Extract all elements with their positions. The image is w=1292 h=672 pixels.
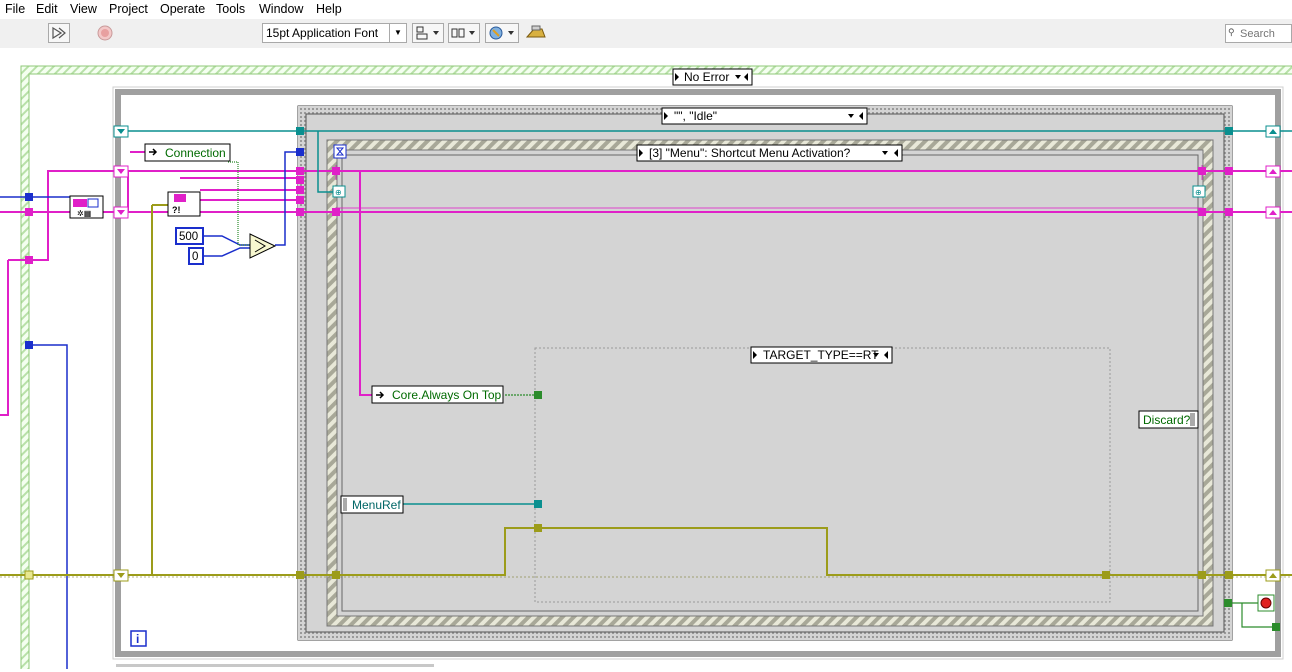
block-diagram[interactable]: No Error "", "Idle" [3] "Menu": Shortcut… bbox=[0, 48, 1292, 672]
block-diagram-svg: No Error "", "Idle" [3] "Menu": Shortcut… bbox=[0, 65, 1292, 672]
svg-text:500: 500 bbox=[179, 231, 198, 243]
search-input[interactable] bbox=[1240, 26, 1288, 41]
conditional-selector[interactable]: TARGET_TYPE==RT bbox=[750, 346, 893, 364]
core-always-on-top-constant[interactable]: Core.Always On Top bbox=[371, 385, 504, 404]
timeout-terminal[interactable] bbox=[333, 144, 347, 159]
abort-button[interactable] bbox=[95, 23, 117, 43]
search-box[interactable]: ⚲ bbox=[1225, 24, 1292, 43]
highlight-icon bbox=[525, 25, 546, 38]
menu-operate[interactable]: Operate bbox=[160, 2, 205, 16]
menu-window[interactable]: Window bbox=[259, 2, 303, 16]
always-on-top-label: Core.Always On Top bbox=[392, 388, 501, 402]
state-case-selector-label: "", "Idle" bbox=[674, 109, 717, 123]
font-select-value: 15pt Application Font bbox=[266, 26, 379, 40]
svg-text:0: 0 bbox=[192, 251, 198, 263]
menu-tools[interactable]: Tools bbox=[216, 2, 245, 16]
align-icon bbox=[416, 26, 439, 40]
conditional-selector-label: TARGET_TYPE==RT bbox=[763, 348, 879, 362]
connection-constant[interactable]: Connection bbox=[144, 143, 231, 162]
svg-text:⊕: ⊕ bbox=[335, 188, 342, 197]
menuref-label: MenuRef bbox=[352, 498, 401, 512]
menu-file[interactable]: File bbox=[5, 2, 25, 16]
menu-help[interactable]: Help bbox=[316, 2, 342, 16]
info-icon[interactable]: i bbox=[130, 630, 147, 647]
reorder-icon bbox=[489, 26, 514, 40]
menu-project[interactable]: Project bbox=[109, 2, 148, 16]
stop-terminal[interactable] bbox=[1257, 594, 1275, 612]
chevron-down-icon: ▼ bbox=[389, 24, 406, 42]
align-objects-button[interactable] bbox=[412, 23, 444, 43]
reorder-button[interactable] bbox=[485, 23, 519, 43]
state-case-selector[interactable]: "", "Idle" bbox=[661, 107, 868, 125]
constant-0[interactable]: 0 bbox=[188, 247, 204, 265]
abort-icon bbox=[97, 25, 113, 41]
svg-text:⊕: ⊕ bbox=[1195, 188, 1202, 197]
menu-edit[interactable]: Edit bbox=[36, 2, 58, 16]
svg-text:i: i bbox=[136, 632, 139, 646]
distribute-objects-button[interactable] bbox=[448, 23, 480, 43]
svg-text:✲▦: ✲▦ bbox=[77, 209, 91, 218]
event-case-selector[interactable]: [3] "Menu": Shortcut Menu Activation? bbox=[636, 144, 903, 162]
clean-up-icon bbox=[52, 26, 66, 40]
error-case-selector-label: No Error bbox=[684, 70, 729, 84]
select-node[interactable] bbox=[249, 233, 277, 259]
horizontal-scrollbar[interactable] bbox=[116, 664, 434, 667]
highlight-button[interactable] bbox=[524, 23, 548, 43]
discard-terminal[interactable]: Discard? bbox=[1138, 410, 1199, 429]
run-arrow-button[interactable] bbox=[48, 23, 70, 43]
constant-500[interactable]: 500 bbox=[175, 227, 204, 245]
queue-node[interactable]: ✲▦ bbox=[69, 195, 104, 219]
menu-view[interactable]: View bbox=[70, 2, 97, 16]
connection-label: Connection bbox=[165, 146, 226, 160]
svg-text:?!: ?! bbox=[172, 205, 181, 215]
distribute-icon bbox=[451, 28, 475, 38]
search-icon: ⚲ bbox=[1228, 27, 1235, 37]
font-select[interactable]: 15pt Application Font ▼ bbox=[262, 23, 407, 43]
blue-wires bbox=[0, 151, 300, 669]
menuref-terminal[interactable]: MenuRef bbox=[340, 495, 404, 514]
dequeue-node[interactable]: ?! bbox=[167, 191, 201, 217]
error-case-selector[interactable]: No Error bbox=[672, 68, 753, 86]
toolbar bbox=[0, 19, 1292, 49]
menu-bar: File Edit View Project Operate Tools Win… bbox=[0, 0, 1292, 19]
discard-label: Discard? bbox=[1143, 413, 1191, 427]
event-case-selector-label: [3] "Menu": Shortcut Menu Activation? bbox=[649, 146, 851, 160]
